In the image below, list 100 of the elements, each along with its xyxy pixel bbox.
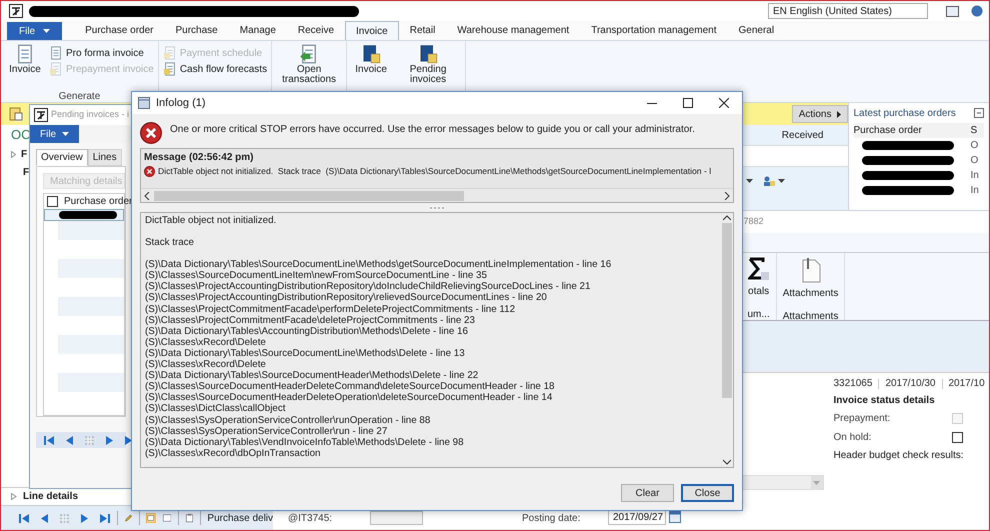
- language-field[interactable]: EN English (United States): [768, 3, 928, 19]
- stack-trace-line: (S)\Classes\ProjectCommitmentFacade\deleteProjectCommitments - line 23: [145, 314, 476, 326]
- tab[interactable]: Overview: [36, 149, 88, 166]
- ribbon-tab[interactable]: Warehouse management: [446, 21, 580, 40]
- first-icon[interactable]: [19, 512, 30, 524]
- ribbon-tab[interactable]: Manage: [228, 21, 287, 40]
- document-icon: [162, 46, 177, 60]
- ribbon-tab[interactable]: Transportation management: [580, 21, 728, 40]
- previous-icon[interactable]: [39, 512, 50, 524]
- select-all-checkbox[interactable]: [47, 196, 58, 207]
- error-message: One or more critical STOP errors have occurred. Use the error messages below to guide you or call your administrator.: [170, 123, 695, 136]
- input-field[interactable]: [742, 145, 848, 167]
- ribbon-button[interactable]: Open transactions: [276, 43, 342, 85]
- scroll-right-icon: [724, 192, 730, 200]
- ribbon-button[interactable]: Pro forma invoice: [49, 45, 154, 61]
- field-label: @IT3745:: [288, 512, 334, 526]
- ribbon-button[interactable]: Invoice: [351, 43, 392, 85]
- detail-text: DictTable object not initialized.: [145, 215, 278, 226]
- summary-value: 2017/10: [948, 377, 985, 391]
- previous-icon[interactable]: [64, 434, 75, 446]
- ribbon-tab[interactable]: Purchase: [164, 21, 229, 40]
- file-menu-button[interactable]: File: [30, 125, 80, 143]
- window-icon: [138, 97, 150, 109]
- dialog-button[interactable]: Close: [681, 484, 734, 502]
- group-label: um...: [748, 308, 770, 322]
- fact-button[interactable]: Attachments: [782, 257, 838, 301]
- stack-trace-line: (S)\Classes\xRecord\dbOpInTransaction: [145, 448, 322, 459]
- expand-icon: [11, 150, 16, 158]
- caret-icon: [746, 179, 752, 183]
- column-header: S: [970, 124, 978, 138]
- help-icon[interactable]: [971, 5, 983, 17]
- ribbon-tab[interactable]: General: [727, 21, 786, 40]
- dialog-button[interactable]: Clear: [621, 484, 674, 502]
- field-label: Posting date:: [522, 512, 582, 526]
- summary-value: 3321065: [834, 377, 872, 391]
- clipboard-icon[interactable]: [186, 511, 193, 525]
- status-cell-text: O: [970, 154, 978, 168]
- scroll-up-icon: [722, 215, 730, 221]
- line-details-expander[interactable]: Line details: [11, 489, 78, 504]
- group-label: Generate: [58, 91, 102, 102]
- ribbon-button[interactable]: Cash flow forecasts: [162, 61, 268, 77]
- error-icon: [144, 166, 155, 176]
- checkbox[interactable]: [952, 432, 963, 443]
- summary-value: 2017/10/30: [885, 377, 936, 391]
- stack-trace-line: (S)\Data Dictionary\Tables\VendInvoiceInfoTable\Methods\Delete - line 98: [145, 436, 465, 448]
- record-number: 7882: [744, 215, 764, 228]
- column-header: Purchase order: [64, 195, 132, 209]
- last-icon[interactable]: [99, 512, 110, 524]
- form-view-icon[interactable]: [162, 512, 172, 524]
- ribbon-tab[interactable]: Receive: [286, 21, 346, 40]
- document-icon: [162, 62, 177, 76]
- toolbar-label: Purchase deliv: [207, 512, 274, 526]
- section-title: Invoice status details: [834, 394, 936, 408]
- caret-icon: [778, 179, 784, 183]
- stack-trace-line: (S)\Data Dictionary\Tables\SourceDocumentLine\Methods\Delete - line 13: [145, 348, 466, 360]
- vertical-scrollbar[interactable]: [720, 213, 733, 467]
- pencil-icon[interactable]: [124, 512, 132, 524]
- stack-trace-line: (S)\Data Dictionary\Tables\AccountingDistribution\Methods\Delete - line 16: [145, 326, 469, 337]
- caret-icon: [62, 132, 70, 136]
- app-icon: [9, 4, 23, 18]
- ribbon-tab[interactable]: Retail: [398, 21, 446, 40]
- input-field[interactable]: [370, 511, 423, 525]
- section-expander[interactable]: F: [11, 146, 28, 162]
- first-icon[interactable]: [44, 434, 55, 446]
- dropdown-field[interactable]: [742, 475, 824, 490]
- pane-icon[interactable]: [974, 108, 984, 118]
- app-icon: [34, 108, 48, 122]
- document-icon: [49, 46, 63, 60]
- invoice-stack-icon: [418, 44, 438, 64]
- field-label: Prepayment:: [834, 412, 890, 426]
- field-label: On hold:: [834, 431, 872, 445]
- ribbon-button[interactable]: Pending invoices: [395, 43, 462, 85]
- ribbon-tab[interactable]: Invoice: [345, 21, 399, 40]
- people-icon: [762, 175, 774, 187]
- ribbon-tab[interactable]: Purchase order: [74, 21, 164, 40]
- tab[interactable]: Lines: [88, 149, 122, 166]
- caret-icon: [43, 29, 50, 33]
- field-label: F: [22, 166, 30, 180]
- calendar-icon[interactable]: [669, 511, 681, 523]
- horizontal-scrollbar[interactable]: [141, 188, 733, 202]
- scroll-down-icon: [722, 459, 730, 465]
- group-label: Attachments: [782, 310, 838, 324]
- actions-button[interactable]: Actions: [792, 105, 848, 123]
- stack-trace-line: (S)\Classes\ProjectAccountingDistributionRepository\doIncludeChildRelievingSourceDocLines - line 21: [145, 281, 592, 292]
- document-icon: [15, 44, 35, 64]
- dialog-title: Infolog (1): [156, 96, 206, 111]
- stack-trace-line: (S)\Classes\ProjectCommitmentFacade\performDeleteProjectCommitments - line 112: [145, 304, 516, 315]
- sigma-icon: [748, 257, 770, 281]
- ribbon-button[interactable]: Invoice: [5, 43, 45, 77]
- grid-view-icon[interactable]: [146, 510, 156, 526]
- field-label: Header budget check results:: [834, 449, 965, 463]
- file-menu-button[interactable]: File: [7, 22, 62, 40]
- stack-trace-line: (S)\Classes\ProjectAccountingDistributionRepository\relievedSourceDocumentLines - line 20: [145, 292, 548, 304]
- next-icon[interactable]: [104, 434, 115, 446]
- message-header: Message (02:56:42 pm): [143, 151, 254, 164]
- fact-button[interactable]: otals: [748, 257, 770, 299]
- next-icon[interactable]: [79, 512, 90, 524]
- document-icon: [49, 62, 63, 76]
- form-icon: [9, 107, 23, 121]
- monitor-icon[interactable]: [946, 6, 959, 16]
